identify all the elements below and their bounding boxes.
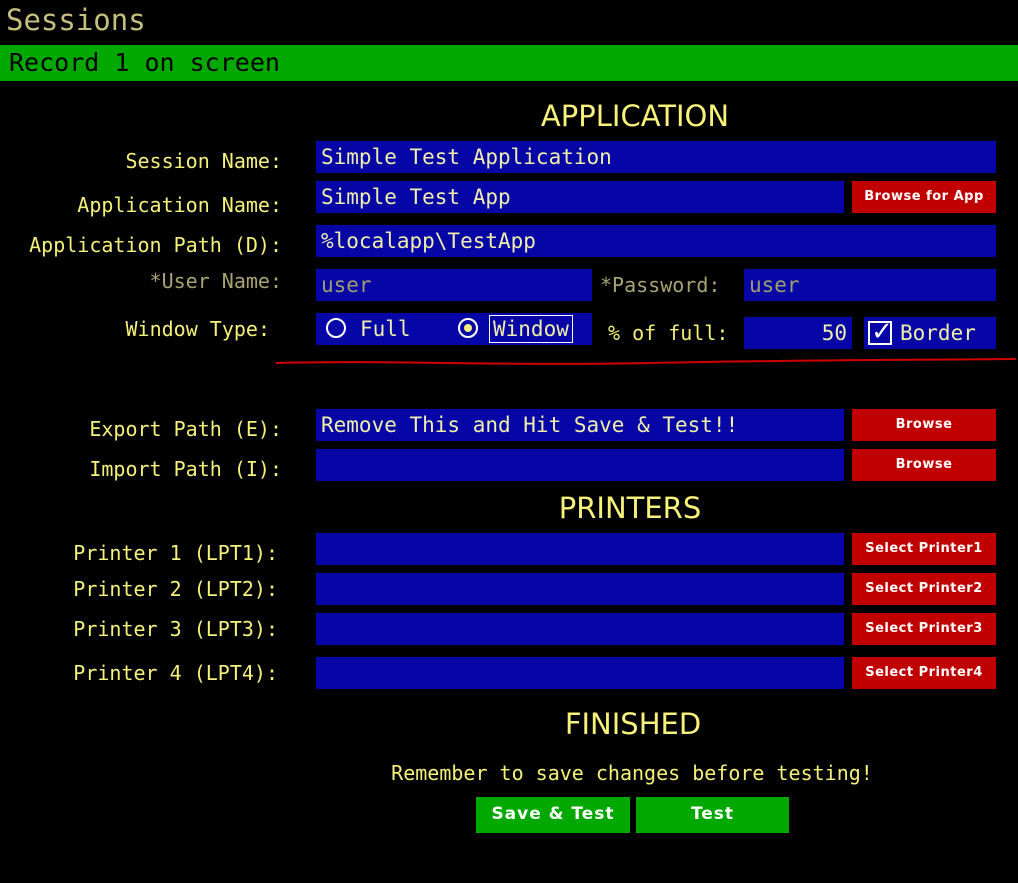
select-printer-2-button[interactable]: Select Printer2 (852, 573, 996, 605)
status-bar: Record 1 on screen (0, 45, 1018, 81)
printer-1-label: Printer 1 (LPT1): (73, 541, 278, 565)
session-name-field[interactable]: Simple Test Application (316, 141, 996, 173)
save-and-test-button[interactable]: Save & Test (476, 797, 630, 833)
percent-of-full-label: % of full: (608, 321, 729, 345)
printer-3-label: Printer 3 (LPT3): (73, 617, 278, 641)
window-title: Sessions (6, 3, 146, 37)
save-reminder-text: Remember to save changes before testing! (391, 761, 873, 785)
password-label: *Password: (600, 273, 721, 297)
radio-window-label: Window (489, 315, 573, 343)
printer-3-field[interactable] (316, 613, 844, 645)
window-type-label: Window Type: (125, 317, 271, 341)
printers-heading: PRINTERS (558, 491, 702, 525)
border-checkbox-group: ✓ Border (864, 317, 996, 349)
border-checkbox-label: Border (900, 321, 976, 345)
select-printer-3-button[interactable]: Select Printer3 (852, 613, 996, 645)
app-path-label: Application Path (D): (29, 233, 282, 257)
app-name-field[interactable]: Simple Test App (316, 181, 844, 213)
import-path-field[interactable] (316, 449, 844, 481)
printer-4-field[interactable] (316, 657, 844, 689)
app-name-label: Application Name: (77, 193, 282, 217)
radio-window[interactable] (458, 318, 478, 338)
test-button[interactable]: Test (636, 797, 789, 833)
printer-2-field[interactable] (316, 573, 844, 605)
select-printer-1-button[interactable]: Select Printer1 (852, 533, 996, 565)
printer-1-field[interactable] (316, 533, 844, 565)
checkmark-icon: ✓ (871, 317, 893, 347)
browse-export-button[interactable]: Browse (852, 409, 996, 441)
user-name-field[interactable]: user (316, 269, 592, 301)
radio-selected-dot (464, 324, 472, 332)
password-field[interactable]: user (744, 269, 996, 301)
radio-full[interactable] (326, 318, 346, 338)
status-text: Record 1 on screen (9, 48, 280, 77)
user-name-label: *User Name: (149, 269, 282, 293)
browse-import-button[interactable]: Browse (852, 449, 996, 481)
finished-heading: FINISHED (564, 707, 702, 741)
import-path-label: Import Path (I): (89, 457, 282, 481)
application-heading: APPLICATION (540, 99, 730, 133)
printer-4-label: Printer 4 (LPT4): (73, 661, 278, 685)
export-path-label: Export Path (E): (89, 417, 282, 441)
browse-for-app-button[interactable]: Browse for App (852, 181, 996, 213)
printer-2-label: Printer 2 (LPT2): (73, 577, 278, 601)
window-type-radio-group: Full Window (316, 313, 592, 345)
annotation-underline (275, 358, 1017, 365)
select-printer-4-button[interactable]: Select Printer4 (852, 657, 996, 689)
session-name-label: Session Name: (125, 149, 282, 173)
border-checkbox[interactable]: ✓ (868, 317, 893, 347)
percent-of-full-field[interactable]: 50 (744, 317, 852, 349)
radio-full-label: Full (360, 317, 411, 341)
app-path-field[interactable]: %localapp\TestApp (316, 225, 996, 257)
export-path-field[interactable]: Remove This and Hit Save & Test!! (316, 409, 844, 441)
